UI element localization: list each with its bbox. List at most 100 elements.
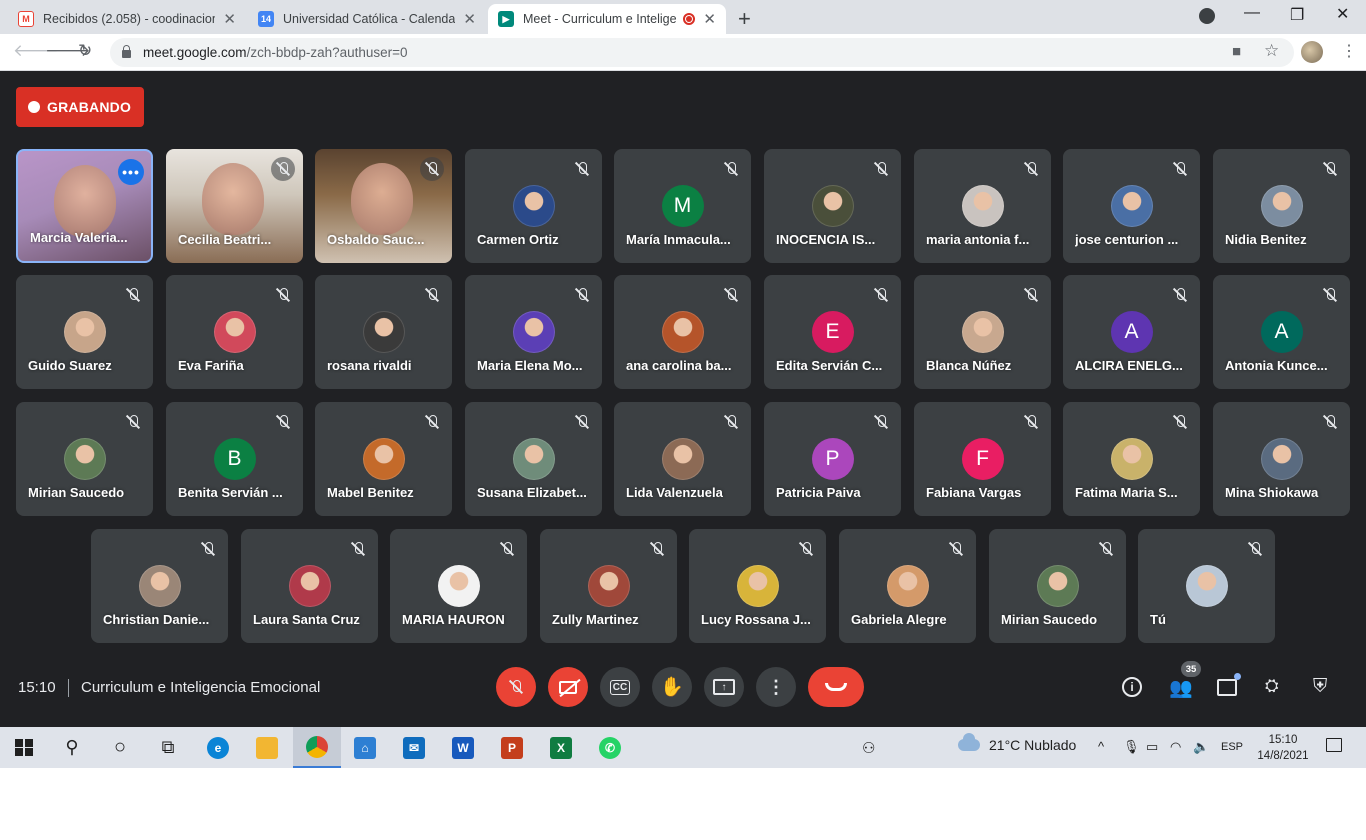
participant-tile[interactable]: Eva Fariña (166, 275, 303, 389)
avatar (1110, 438, 1153, 480)
activities-icon[interactable]: ⛭ (1265, 676, 1279, 696)
close-tab-icon[interactable]: ✕ (223, 10, 236, 28)
mic-slash-glyph (1323, 162, 1337, 176)
chrome-button[interactable] (293, 727, 341, 768)
search-button[interactable]: ⚲ (48, 727, 96, 768)
excel-button[interactable]: X (537, 727, 585, 768)
participant-tile[interactable]: Fatima Maria S... (1063, 402, 1200, 516)
reload-button[interactable]: ↻ (78, 41, 92, 61)
show-hidden-icons-chevron-icon[interactable]: ^ (1098, 739, 1104, 754)
file-explorer-button[interactable] (243, 727, 291, 768)
mic-off-icon (1168, 157, 1192, 181)
meeting-details-icon[interactable]: i (1122, 677, 1142, 697)
minimize-button[interactable]: — (1244, 4, 1260, 22)
participant-tile[interactable]: rosana rivaldi (315, 275, 452, 389)
participant-tile[interactable]: Mirian Saucedo (16, 402, 153, 516)
avatar-initial: E (811, 311, 854, 353)
mail-button[interactable]: ✉ (390, 727, 438, 768)
camera-toggle-button[interactable] (548, 667, 588, 707)
system-clock[interactable]: 15:10 14/8/2021 (1256, 732, 1310, 764)
participant-tile[interactable]: Mirian Saucedo (989, 529, 1126, 643)
host-controls-shield-icon[interactable]: ⛨ (1313, 676, 1327, 698)
edge-button[interactable]: e (194, 727, 242, 768)
whatsapp-button[interactable]: ✆ (586, 727, 634, 768)
participant-tile[interactable]: B Benita Servián ... (166, 402, 303, 516)
participant-tile[interactable]: Lucy Rossana J... (689, 529, 826, 643)
mic-off-icon (570, 283, 594, 307)
battery-icon[interactable]: ▭ (1146, 739, 1158, 755)
weather-widget[interactable]: 21°C Nublado (958, 733, 1076, 753)
avatar (362, 438, 405, 480)
tab-calendar[interactable]: 14 Universidad Católica - Calendar - ✕ (248, 4, 486, 34)
input-language[interactable]: ESP (1221, 741, 1243, 753)
volume-icon[interactable]: 🔈 (1193, 739, 1209, 755)
participant-tile[interactable]: Susana Elizabet... (465, 402, 602, 516)
close-tab-icon[interactable]: ✕ (463, 10, 476, 28)
chat-icon[interactable] (1217, 679, 1237, 696)
cortana-button[interactable]: ○ (96, 727, 144, 768)
participant-tile[interactable]: Guido Suarez (16, 275, 153, 389)
notifications-icon[interactable] (1326, 738, 1342, 752)
participant-tile[interactable]: ••• Marcia Valeria... (16, 149, 153, 263)
start-button[interactable] (0, 727, 48, 768)
restore-button[interactable]: ❐ (1290, 5, 1304, 25)
participant-tile[interactable]: M María Inmacula... (614, 149, 751, 263)
mic-slash-glyph (1024, 162, 1038, 176)
participant-tile[interactable]: F Fabiana Vargas (914, 402, 1051, 516)
participant-tile[interactable]: E Edita Servián C... (764, 275, 901, 389)
participant-tile[interactable]: Osbaldo Sauc... (315, 149, 452, 263)
system-date: 14/8/2021 (1257, 750, 1309, 762)
avatar (886, 565, 929, 607)
address-bar[interactable]: meet.google.com/zch-bbdp-zah?authuser=0 … (110, 38, 1294, 67)
word-button[interactable]: W (439, 727, 487, 768)
participant-video (202, 163, 264, 235)
participant-tile[interactable]: Maria Elena Mo... (465, 275, 602, 389)
participant-tile[interactable]: maria antonia f... (914, 149, 1051, 263)
close-window-button[interactable]: ✕ (1336, 4, 1349, 24)
wifi-icon[interactable]: ◠ (1170, 739, 1181, 755)
participant-tile[interactable]: Christian Danie... (91, 529, 228, 643)
mic-toggle-button[interactable] (496, 667, 536, 707)
present-screen-icon: ↑ (713, 679, 735, 695)
participant-tile[interactable]: Blanca Núñez (914, 275, 1051, 389)
participant-tile[interactable]: Lida Valenzuela (614, 402, 751, 516)
people-tray-icon[interactable]: ⚇ (862, 739, 875, 757)
participant-tile[interactable]: jose centurion ... (1063, 149, 1200, 263)
tab-search-icon[interactable] (1199, 8, 1215, 24)
avatar (661, 438, 704, 480)
participant-tile[interactable]: P Patricia Paiva (764, 402, 901, 516)
microphone-tray-icon[interactable]: 🎙 (1123, 739, 1140, 755)
participant-tile[interactable]: Carmen Ortiz (465, 149, 602, 263)
more-options-icon[interactable]: ••• (118, 159, 144, 185)
participant-tile[interactable]: Gabriela Alegre (839, 529, 976, 643)
participant-tile[interactable]: Mabel Benitez (315, 402, 452, 516)
profile-avatar[interactable] (1301, 41, 1323, 63)
participant-tile[interactable]: MARIA HAURON (390, 529, 527, 643)
tab-meet[interactable]: ▶ Meet - Curriculum e Inteligen ✕ (488, 4, 726, 34)
participant-tile[interactable]: A ALCIRA ENELG... (1063, 275, 1200, 389)
leave-call-button[interactable] (808, 667, 864, 707)
present-button[interactable]: ↑ (704, 667, 744, 707)
new-tab-button[interactable]: + (738, 6, 751, 32)
raise-hand-button[interactable]: ✋ (652, 667, 692, 707)
task-view-button[interactable]: ⧉ (144, 727, 192, 768)
participant-tile[interactable]: Nidia Benitez (1213, 149, 1350, 263)
tab-gmail[interactable]: M Recibidos (2.058) - coodinacionm ✕ (8, 4, 246, 34)
participant-tile[interactable]: Mina Shiokawa (1213, 402, 1350, 516)
browser-menu-icon[interactable]: ⋮ (1341, 41, 1357, 61)
people-icon[interactable]: 👥 (1169, 676, 1193, 700)
more-options-button[interactable]: ⋮ (756, 667, 796, 707)
captions-button[interactable]: CC (600, 667, 640, 707)
camera-in-use-icon[interactable]: ■ (1232, 43, 1241, 60)
participant-tile[interactable]: Zully Martinez (540, 529, 677, 643)
participant-tile[interactable]: INOCENCIA IS... (764, 149, 901, 263)
bookmark-star-icon[interactable]: ☆ (1264, 41, 1279, 61)
participant-tile[interactable]: Laura Santa Cruz (241, 529, 378, 643)
participant-tile[interactable]: Tú (1138, 529, 1275, 643)
participant-tile[interactable]: ana carolina ba... (614, 275, 751, 389)
store-button[interactable]: ⌂ (341, 727, 389, 768)
powerpoint-button[interactable]: P (488, 727, 536, 768)
participant-tile[interactable]: A Antonia Kunce... (1213, 275, 1350, 389)
participant-tile[interactable]: Cecilia Beatri... (166, 149, 303, 263)
close-tab-icon[interactable]: ✕ (703, 10, 716, 28)
